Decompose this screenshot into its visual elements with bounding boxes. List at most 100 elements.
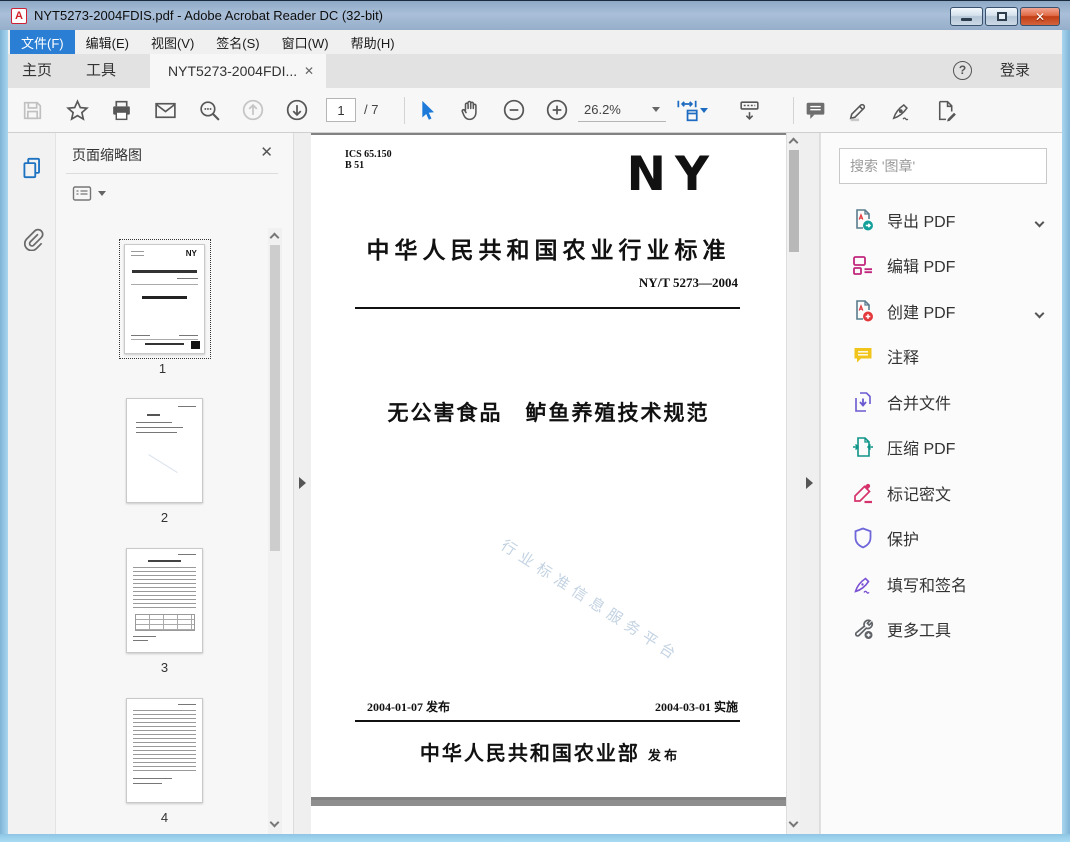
tools-list: 导出 PDF 编辑 PDF 创建 PDF 注释 合并文件 压缩 PDF 标记密文… — [821, 197, 1063, 652]
thumbnail-page-4[interactable] — [126, 698, 203, 803]
right-panel-splitter[interactable] — [800, 133, 820, 834]
toolbar-separator — [793, 97, 794, 124]
tool-item-export-pdf[interactable]: 导出 PDF — [821, 197, 1063, 243]
menu-item-0[interactable]: 文件(F) — [10, 30, 75, 54]
tool-item-create-pdf[interactable]: 创建 PDF — [821, 288, 1063, 334]
export-pdf-icon — [851, 208, 875, 232]
title-bar[interactable]: A NYT5273-2004FDIS.pdf - Adobe Acrobat R… — [0, 0, 1070, 30]
scroll-mode-button[interactable] — [732, 93, 766, 127]
convert-button[interactable] — [929, 93, 963, 127]
tool-item-combine-files[interactable]: 合并文件 — [821, 379, 1063, 425]
fit-width-button[interactable] — [674, 93, 724, 127]
thumbnail-options-button[interactable] — [72, 185, 106, 202]
toolbar-separator — [404, 97, 405, 124]
tool-label: 更多工具 — [887, 617, 951, 641]
thumbnail-line — [132, 270, 197, 273]
thumbnail-label: 2 — [126, 510, 203, 525]
thumbnail-text-block — [133, 567, 196, 610]
maximize-icon — [997, 12, 1007, 21]
scroll-up-icon[interactable] — [789, 138, 799, 148]
scrollbar-thumb[interactable] — [789, 150, 799, 252]
search-input[interactable] — [839, 148, 1047, 184]
tool-item-protect[interactable]: 保护 — [821, 516, 1063, 562]
menu-item-1[interactable]: 编辑(E) — [75, 30, 140, 54]
thumbnail-ny-logo: NY — [186, 249, 197, 258]
pdf-page-1[interactable]: ICS 65.150 B 51 NY 中华人民共和国农业行业标准 NY/T 52… — [311, 135, 786, 797]
page-thumbnails-panel-button[interactable] — [19, 155, 45, 181]
thumbnail-page-3[interactable] — [126, 548, 203, 653]
star-button[interactable] — [60, 93, 94, 127]
email-icon — [153, 98, 178, 123]
minimize-button[interactable] — [950, 7, 983, 26]
tab-close-icon[interactable]: ✕ — [304, 64, 314, 78]
page-number-input[interactable] — [326, 98, 356, 122]
thumbnail-page-1[interactable]: NY — [124, 244, 205, 354]
collapse-left-panel-icon[interactable] — [299, 477, 306, 489]
thumbnail-line — [133, 640, 148, 641]
tab-home[interactable]: 主页 — [22, 54, 52, 88]
tool-item-more-tools[interactable]: 更多工具 — [821, 607, 1063, 653]
login-button[interactable]: 登录 — [1000, 54, 1030, 88]
menu-item-4[interactable]: 窗口(W) — [271, 30, 340, 54]
page-down-icon — [284, 97, 310, 123]
thumbnail-page-2[interactable] — [126, 398, 203, 503]
thumbnail-label: 4 — [126, 810, 203, 825]
scroll-down-icon[interactable] — [789, 818, 799, 828]
panel-title: 页面缩略图 — [72, 145, 142, 165]
document-scrollbar[interactable] — [786, 133, 800, 834]
scroll-up-icon[interactable] — [270, 233, 280, 243]
save-icon — [20, 98, 45, 123]
thumbnail-line — [142, 296, 186, 299]
chevron-down-icon[interactable] — [1036, 213, 1043, 231]
left-panel-splitter[interactable] — [293, 133, 311, 834]
tool-item-redact[interactable]: 标记密文 — [821, 470, 1063, 516]
tool-item-compress-pdf[interactable]: 压缩 PDF — [821, 425, 1063, 471]
highlight-button[interactable] — [841, 93, 875, 127]
menu-item-2[interactable]: 视图(V) — [140, 30, 205, 54]
fill-sign-icon — [889, 98, 914, 123]
main-toolbar: / 7 26.2% — [8, 88, 1062, 133]
document-area: ICS 65.150 B 51 NY 中华人民共和国农业行业标准 NY/T 52… — [311, 133, 786, 834]
hand-tool-button[interactable] — [453, 93, 487, 127]
more-tools-icon — [851, 617, 875, 641]
select-tool-button[interactable] — [409, 93, 443, 127]
menu-bar: 文件(F)编辑(E)视图(V)签名(S)窗口(W)帮助(H) — [8, 30, 1062, 54]
save-button[interactable] — [15, 93, 49, 127]
workspace: 页面缩略图 ✕ NY — [8, 133, 1062, 834]
tab-document[interactable]: NYT5273-2004FDI... ✕ — [150, 54, 326, 88]
zoom-level-value: 26.2% — [584, 102, 621, 117]
maximize-button[interactable] — [985, 7, 1018, 26]
tab-document-label: NYT5273-2004FDI... — [168, 63, 297, 79]
ics-code: ICS 65.150 B 51 — [345, 149, 392, 171]
tool-item-edit-pdf[interactable]: 编辑 PDF — [821, 243, 1063, 289]
chevron-down-icon — [98, 191, 106, 196]
panel-close-icon[interactable]: ✕ — [260, 143, 273, 161]
tool-item-fill-sign-tool[interactable]: 填写和签名 — [821, 561, 1063, 607]
thumbnail-table — [135, 614, 195, 632]
star-icon — [65, 98, 90, 123]
comment-button[interactable] — [798, 93, 832, 127]
menu-item-3[interactable]: 签名(S) — [205, 30, 270, 54]
thumbnail-corner-mark — [191, 341, 200, 349]
close-button[interactable]: ✕ — [1020, 7, 1060, 26]
scroll-down-icon[interactable] — [270, 818, 280, 828]
tab-tools[interactable]: 工具 — [86, 54, 116, 88]
scrollbar-thumb[interactable] — [270, 245, 280, 551]
attachments-panel-button[interactable] — [19, 225, 45, 251]
pdf-app-icon: A — [11, 8, 27, 24]
page-up-button[interactable] — [236, 93, 270, 127]
page-down-button[interactable] — [280, 93, 314, 127]
zoom-level-select[interactable]: 26.2% — [578, 98, 666, 122]
chevron-down-icon[interactable] — [1036, 304, 1043, 322]
expand-right-panel-icon[interactable] — [806, 477, 813, 489]
thumbnails-scrollbar[interactable] — [268, 228, 282, 834]
tool-item-comment-tool[interactable]: 注释 — [821, 334, 1063, 380]
help-icon[interactable]: ? — [953, 61, 972, 80]
print-button[interactable] — [104, 93, 138, 127]
fill-sign-button[interactable] — [884, 93, 918, 127]
zoom-out-button[interactable] — [497, 93, 531, 127]
search-button[interactable] — [192, 93, 226, 127]
menu-item-5[interactable]: 帮助(H) — [340, 30, 406, 54]
zoom-in-button[interactable] — [540, 93, 574, 127]
email-button[interactable] — [148, 93, 182, 127]
